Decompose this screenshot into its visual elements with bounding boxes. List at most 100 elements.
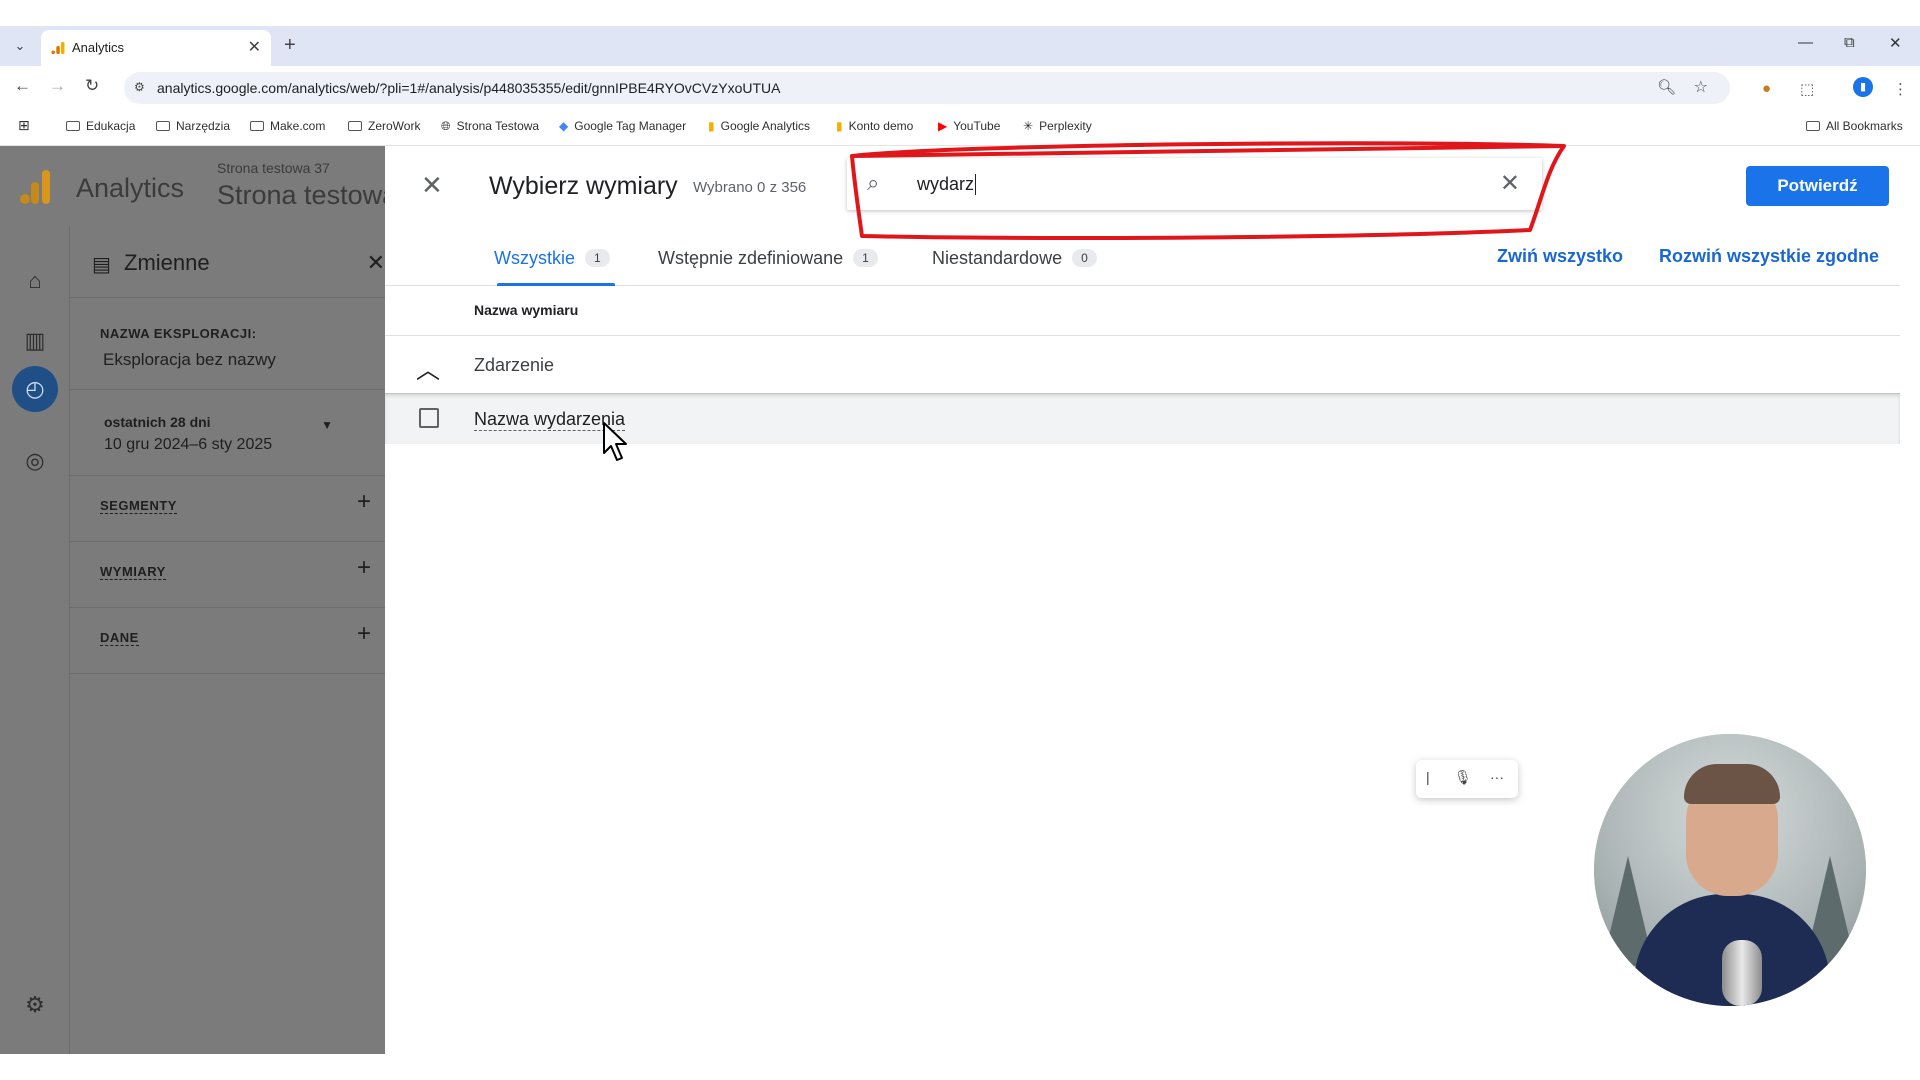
variables-close-icon[interactable]: ✕ — [367, 250, 385, 276]
picker-close-icon[interactable]: ✕ — [421, 170, 443, 201]
advertising-icon[interactable]: ◎ — [22, 448, 48, 474]
bookmark-konto-demo[interactable]: ▮ Konto demo — [836, 119, 913, 133]
browser-tab-analytics[interactable]: Analytics ✕ — [41, 30, 271, 66]
bookmark-star-icon[interactable]: ☆ — [1694, 77, 1708, 97]
reports-icon[interactable]: ▥ — [22, 328, 48, 354]
metrics-section: DANE + — [70, 608, 385, 674]
add-metric-plus-icon[interactable]: + — [357, 620, 371, 648]
home-icon[interactable]: ⌂ — [22, 268, 48, 294]
top-strip — [0, 0, 1920, 26]
minimize-icon[interactable]: — — [1798, 34, 1813, 51]
mouse-cursor-icon — [603, 422, 627, 461]
bookmark-strona-testowa[interactable]: 🌐︎ Strona Testowa — [441, 119, 539, 134]
property-name[interactable]: Strona testowa — [217, 180, 397, 211]
profile-avatar-icon[interactable]: ▮ — [1853, 77, 1873, 97]
bookmark-google-analytics[interactable]: ▮ Google Analytics — [708, 119, 810, 133]
folder-icon — [250, 121, 264, 131]
dimensions-label: WYMIARY — [100, 564, 166, 580]
expand-matching-link[interactable]: Rozwiń wszystkie zgodne — [1659, 246, 1879, 267]
picker-title: Wybierz wymiary — [489, 172, 678, 200]
analytics-icon: ▮ — [708, 119, 715, 133]
variables-header: ▤ Zmienne ✕ — [70, 226, 385, 298]
folder-icon — [348, 121, 362, 131]
webcam-overlay — [1594, 734, 1866, 1006]
folder-icon — [1806, 121, 1820, 131]
property-account[interactable]: Strona testowa 37 — [217, 160, 330, 176]
segments-section: SEGMENTY + — [70, 476, 385, 542]
new-tab-plus-icon[interactable]: + — [284, 34, 296, 57]
tab-title: Analytics — [72, 40, 125, 55]
folder-icon — [66, 121, 80, 131]
extensions-puzzle-icon[interactable]: ⬚ — [1800, 80, 1814, 98]
metrics-label: DANE — [100, 630, 139, 646]
segments-label: SEGMENTY — [100, 498, 177, 514]
tab-all-count: 1 — [585, 249, 610, 267]
recorder-toolbar: | 🎙︎ ··· — [1416, 760, 1518, 798]
collapse-all-link[interactable]: Zwiń wszystko — [1497, 246, 1623, 267]
app-header: Analytics Strona testowa 37 Strona testo… — [0, 146, 397, 226]
variables-icon: ▤ — [92, 254, 111, 276]
tab-all[interactable]: Wszystkie 1 — [494, 248, 610, 269]
bookmark-narzedzia[interactable]: Narzędzia — [156, 119, 230, 133]
column-header-label: Nazwa wymiaru — [474, 302, 579, 318]
dimensions-section: WYMIARY + — [70, 542, 385, 608]
perplexity-icon: ✳ — [1023, 119, 1034, 133]
group-name: Zdarzenie — [474, 355, 555, 375]
site-settings-icon[interactable]: ⚙ — [134, 80, 145, 94]
add-dimension-plus-icon[interactable]: + — [357, 554, 371, 582]
analytics-favicon-icon — [51, 42, 65, 55]
date-range-section[interactable]: ostatnich 28 dni 10 gru 2024–6 sty 2025 … — [70, 390, 385, 476]
bookmark-make[interactable]: Make.com — [250, 119, 325, 133]
more-dots-icon[interactable]: ··· — [1490, 769, 1504, 785]
window-close-icon[interactable]: ✕ — [1889, 34, 1902, 52]
chevron-up-icon[interactable]: ︿ — [416, 350, 440, 385]
bookmark-perplexity[interactable]: ✳ Perplexity — [1023, 119, 1092, 133]
address-bar: ← → ↻ ⚙ analytics.google.com/analytics/w… — [0, 66, 1920, 110]
cookie-extension-icon[interactable]: ● — [1762, 80, 1771, 97]
exploration-name-value[interactable]: Eksploracja bez nazwy — [103, 350, 276, 370]
date-preset-chip: ostatnich 28 dni — [104, 414, 211, 430]
bookmark-youtube[interactable]: ▶ YouTube — [938, 119, 1000, 133]
url-text: analytics.google.com/analytics/web/?pli=… — [157, 80, 781, 96]
back-arrow-icon[interactable]: ← — [14, 76, 31, 96]
settings-gear-icon[interactable]: ⚙ — [22, 992, 48, 1018]
left-nav-rail: ⌂ ▥ ◴ ◎ ⚙ — [0, 226, 70, 1054]
url-omnibox[interactable]: ⚙ analytics.google.com/analytics/web/?pl… — [124, 72, 1730, 104]
analytics-logo-icon — [20, 170, 52, 204]
apps-grid-icon[interactable]: ⊞ — [18, 117, 30, 134]
microphone-icon[interactable]: 🎙︎ — [1454, 769, 1472, 786]
bottom-strip — [0, 1054, 1920, 1080]
tab-search-chevron-icon[interactable]: ⌄ — [10, 36, 30, 56]
add-segment-plus-icon[interactable]: + — [357, 488, 371, 516]
date-range-value: 10 gru 2024–6 sty 2025 — [104, 436, 273, 453]
drag-handle-icon[interactable]: | — [1426, 769, 1430, 785]
browser-menu-dots-icon[interactable]: ⋮ — [1893, 80, 1908, 98]
forward-arrow-icon[interactable]: → — [49, 76, 66, 96]
column-header: Nazwa wymiaru — [385, 286, 1900, 336]
explore-icon[interactable]: ◴ — [22, 376, 48, 402]
exploration-name-label: NAZWA EKSPLORACJI: — [100, 326, 257, 341]
bookmark-edukacja[interactable]: Edukacja — [66, 119, 135, 133]
tab-custom-count: 0 — [1072, 249, 1097, 267]
picker-selected-count: Wybrano 0 z 356 — [693, 179, 807, 196]
restore-icon[interactable]: ⧉ — [1844, 34, 1855, 51]
gtm-icon: ◆ — [559, 119, 569, 133]
all-bookmarks[interactable]: All Bookmarks — [1806, 119, 1903, 133]
folder-icon — [156, 121, 170, 131]
screen: ⌄ Analytics ✕ + — ⧉ ✕ ← → ↻ ⚙ analytics.… — [0, 0, 1920, 1080]
tab-predefined[interactable]: Wstępnie zdefiniowane 1 — [658, 248, 878, 269]
date-dropdown-icon[interactable]: ▼ — [321, 418, 333, 432]
confirm-button[interactable]: Potwierdź — [1746, 166, 1889, 206]
youtube-icon: ▶ — [938, 119, 948, 133]
zoom-icon[interactable]: 🔍︎ — [1657, 78, 1676, 96]
bookmark-google-tag-manager[interactable]: ◆ Google Tag Manager — [559, 119, 686, 133]
bookmark-zerowork[interactable]: ZeroWork — [348, 119, 420, 133]
reload-icon[interactable]: ↻ — [85, 76, 99, 96]
dimension-checkbox[interactable] — [419, 408, 439, 428]
tab-close-icon[interactable]: ✕ — [248, 37, 261, 57]
group-row-zdarzenie[interactable]: ︿ Zdarzenie — [385, 336, 1900, 394]
browser-tab-bar: ⌄ Analytics ✕ + — ⧉ ✕ — [0, 26, 1920, 66]
variables-panel: ▤ Zmienne ✕ NAZWA EKSPLORACJI: Eksplorac… — [70, 226, 385, 1054]
tab-custom[interactable]: Niestandardowe 0 — [932, 248, 1097, 269]
red-annotation-outline — [850, 141, 1566, 240]
